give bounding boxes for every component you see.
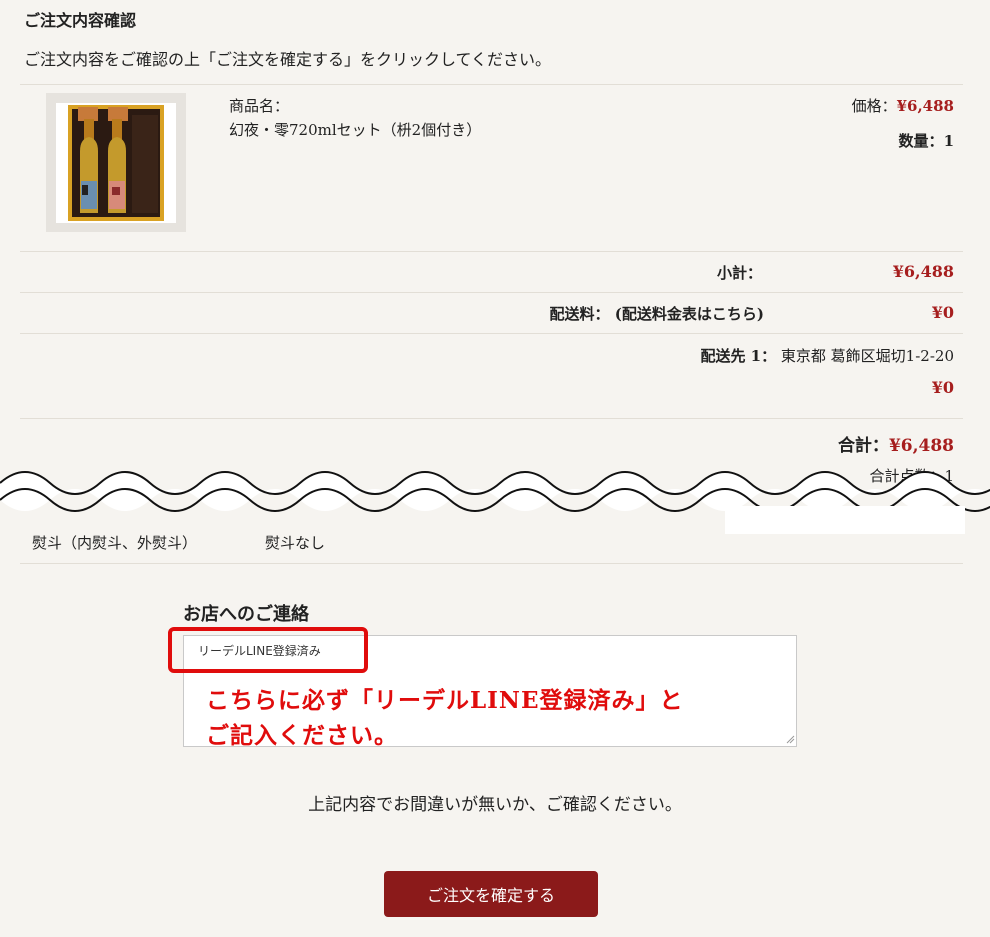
shipping-rate-link[interactable]: (配送料金表はこちら) (615, 305, 764, 323)
product-name-label: 商品名： (229, 97, 290, 115)
shipping-line: 配送料： (配送料金表はこちら) (550, 303, 764, 324)
divider (20, 333, 963, 334)
subtotal-value: ¥6,488 (892, 262, 954, 281)
page-title: ご注文内容確認 (24, 11, 137, 30)
sake-bottles-image (56, 102, 176, 223)
contact-title: お店へのご連絡 (183, 604, 309, 625)
price-line: 価格：¥6,488 (852, 95, 954, 116)
noshi-label: 熨斗（内熨斗、外熨斗） (32, 534, 198, 552)
divider (20, 84, 963, 85)
divider (20, 251, 963, 252)
confirm-order-button[interactable]: ご注文を確定する (384, 871, 598, 917)
subtotal-label: 小計： (716, 264, 762, 282)
resize-handle-icon[interactable] (785, 734, 795, 744)
shipping-value: ¥0 (931, 303, 954, 322)
divider (20, 563, 963, 564)
price-label: 価格： (851, 97, 897, 115)
quantity-value: 1 (943, 132, 954, 150)
annotation-line-1: こちらに必ず「リーデルLINE登録済み」と (206, 687, 684, 714)
destination-address: 東京都 葛飾区堀切1-2-20 (780, 347, 954, 365)
quantity-line: 数量：1 (899, 130, 954, 151)
product-name: 幻夜・零720mlセット（枡2個付き） (229, 121, 482, 139)
destination-line: 配送先 1： 東京都 葛飾区堀切1-2-20 (700, 345, 954, 366)
wavy-cut-overlay (0, 471, 990, 538)
annotation-line-2: ご記入ください。 (206, 722, 398, 749)
divider (20, 292, 963, 293)
divider (20, 418, 963, 419)
destination-label: 配送先 1： (700, 347, 777, 365)
product-image[interactable] (46, 93, 186, 232)
quantity-label: 数量： (898, 132, 944, 150)
price-value: ¥6,488 (896, 97, 954, 115)
shipping-label: 配送料： (549, 305, 610, 323)
noshi-value: 熨斗なし (265, 534, 326, 552)
highlight-box (168, 627, 368, 673)
destination-fee: ¥0 (931, 378, 954, 397)
confirm-note: 上記内容でお間違いが無いか、ご確認ください。 (308, 795, 682, 815)
instruction-text: ご注文内容をご確認の上「ご注文を確定する」をクリックしてください。 (24, 50, 552, 69)
